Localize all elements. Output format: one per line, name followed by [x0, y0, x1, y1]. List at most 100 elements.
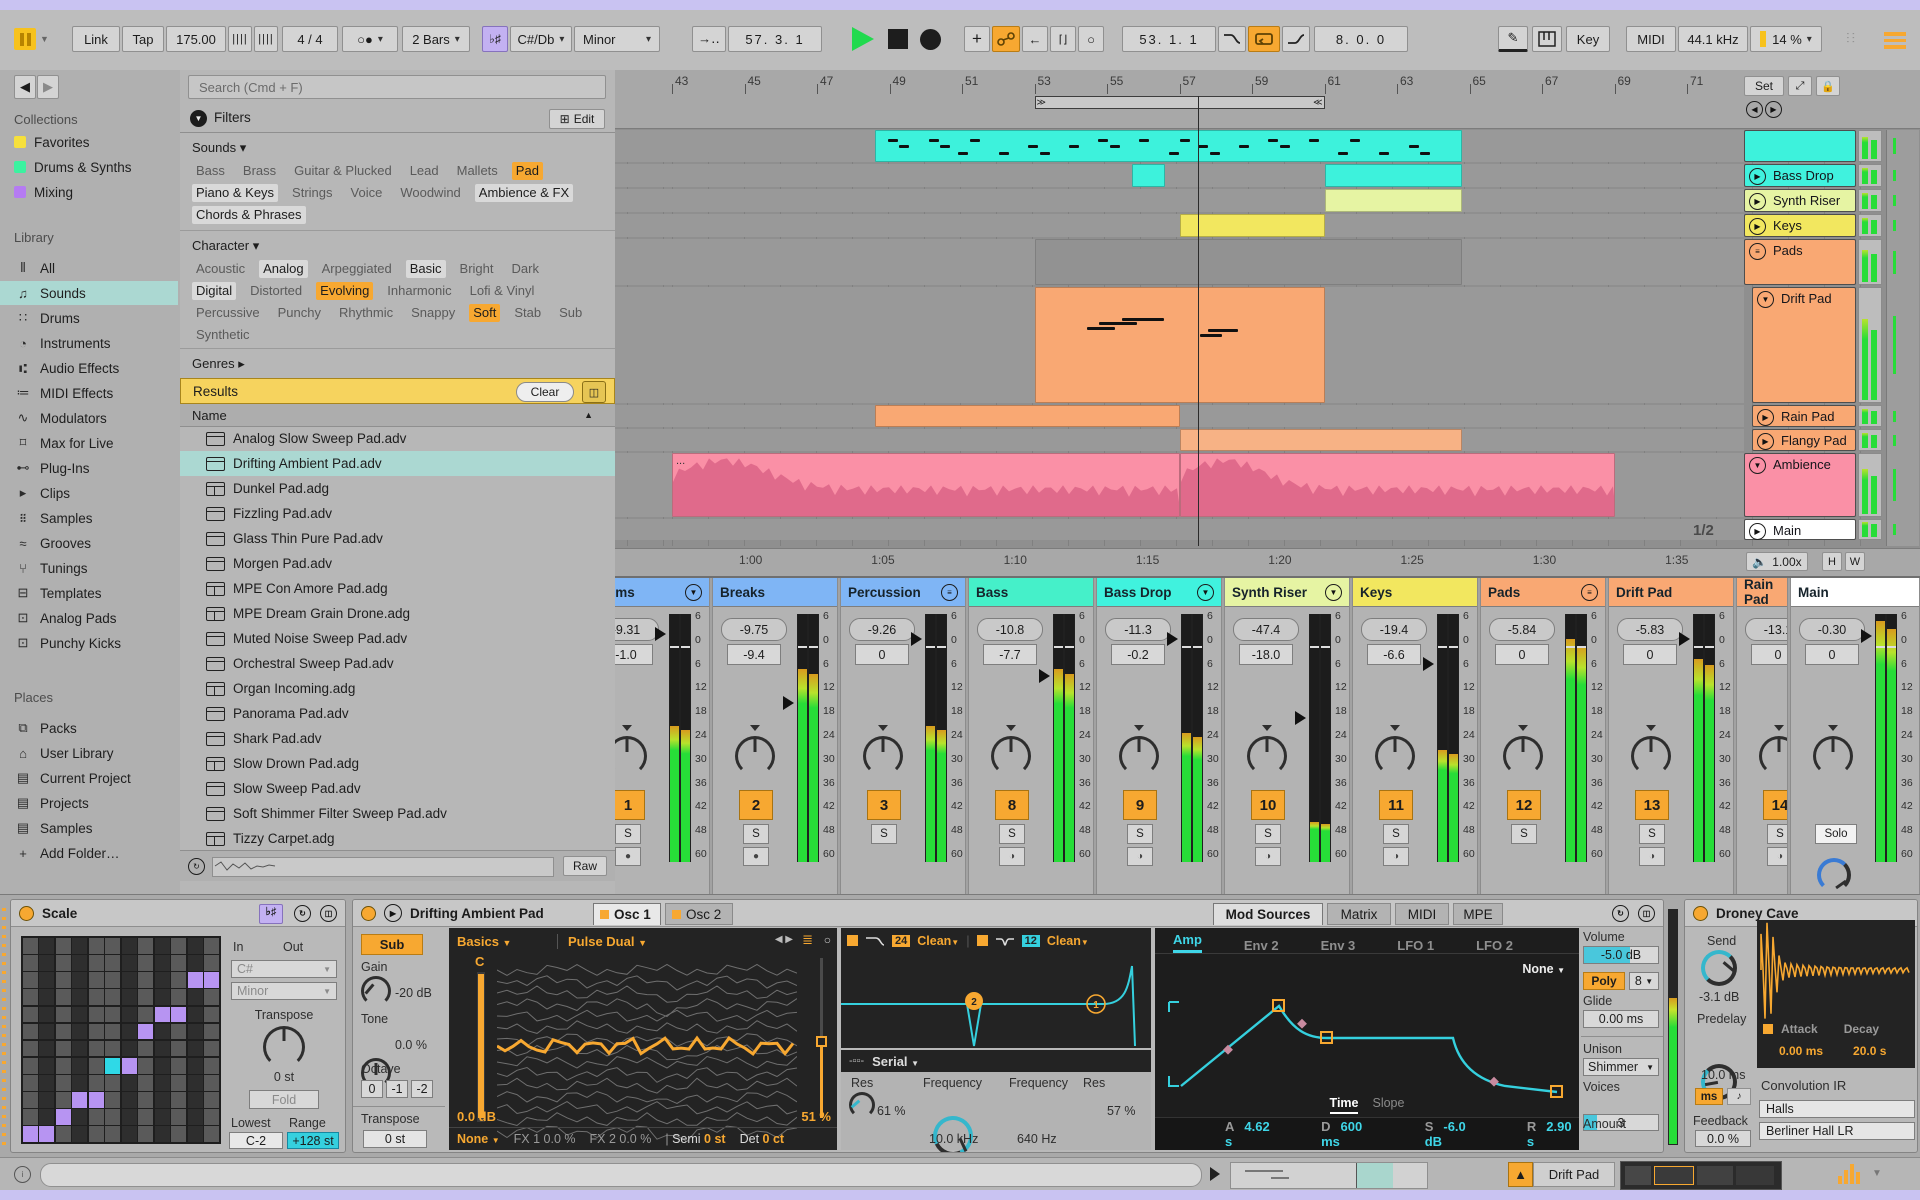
sidebar-item-all[interactable]: ⫴ All: [0, 256, 178, 280]
scale-grid-cell[interactable]: [187, 938, 203, 954]
scale-grid-cell[interactable]: [39, 1023, 55, 1040]
solo-button[interactable]: S: [1767, 824, 1787, 844]
track-header-ambience[interactable]: ▼ Ambience: [1744, 453, 1856, 517]
sidebar-item-audio-effects[interactable]: ⑆ Audio Effects: [0, 356, 178, 380]
scale-grid-cell[interactable]: [105, 955, 121, 971]
set-marker-button[interactable]: Set: [1744, 76, 1784, 96]
scale-grid-cell[interactable]: [121, 1006, 137, 1023]
sidebar-item-samples[interactable]: ▤ Samples: [0, 816, 178, 840]
res1-knob[interactable]: [849, 1092, 875, 1118]
scale-grid-cell[interactable]: [88, 1075, 104, 1091]
scale-grid-cell[interactable]: [23, 955, 38, 971]
pan-knob[interactable]: [1247, 725, 1287, 776]
track-lane[interactable]: [615, 405, 1744, 427]
sidebar-item-favorites[interactable]: Favorites: [0, 130, 178, 154]
fold-icon[interactable]: ▼: [1197, 583, 1214, 601]
scale-grid-cell[interactable]: [72, 1126, 88, 1142]
scale-grid-cell[interactable]: [138, 938, 154, 954]
list-item[interactable]: Morgen Pad.adv: [180, 551, 615, 576]
scale-grid-cell[interactable]: [204, 989, 219, 1005]
mod-subtab-lfo-2[interactable]: LFO 2: [1476, 938, 1513, 953]
fold-icon[interactable]: ▼: [1757, 291, 1774, 308]
meter-chevron-icon[interactable]: ▼: [1872, 1168, 1882, 1179]
lock-envelopes-icon[interactable]: 🔒: [1816, 76, 1840, 96]
scale-grid-cell[interactable]: [105, 1126, 121, 1142]
scale-grid-cell[interactable]: [55, 1006, 71, 1023]
filter2-on-toggle[interactable]: [976, 935, 988, 946]
track-header-hidden[interactable]: [1744, 130, 1856, 162]
scale-grid-cell[interactable]: [171, 989, 187, 1005]
res2-value[interactable]: 57 %: [1107, 1104, 1136, 1118]
sort-ascending-icon[interactable]: ▲: [584, 410, 593, 420]
character-tag-dark[interactable]: Dark: [508, 260, 543, 278]
reenable-automation-button[interactable]: ←: [1022, 26, 1048, 52]
track-activator-number[interactable]: 13: [1635, 790, 1669, 820]
scale-grid-cell[interactable]: [187, 1126, 203, 1142]
peak-level-display[interactable]: -13.1: [1745, 618, 1787, 641]
scale-grid-cell[interactable]: [72, 1092, 88, 1108]
tempo-follower-chevron-icon[interactable]: ▼: [40, 34, 49, 44]
mod-subtab-env-2[interactable]: Env 2: [1244, 938, 1279, 953]
arrangement-position-field[interactable]: 57. 3. 1: [728, 26, 822, 52]
mixer-track-title[interactable]: Percussion ≡: [841, 578, 965, 607]
osc-semi-value[interactable]: | Semi 0 st: [665, 1132, 725, 1146]
sidebar-item-instruments[interactable]: ◔ Instruments: [0, 331, 178, 355]
sound-tag-woodwind[interactable]: Woodwind: [396, 184, 464, 202]
env-param-r[interactable]: R 2.90 s: [1527, 1119, 1579, 1149]
scale-grid-cell[interactable]: [204, 1023, 219, 1040]
fold-icon[interactable]: ▼: [1749, 457, 1766, 474]
pan-knob[interactable]: [1375, 725, 1415, 776]
track-activator-number[interactable]: 11: [1379, 790, 1413, 820]
browser-back-button[interactable]: ◀: [14, 75, 36, 99]
key-root-menu[interactable]: C#/Db: [510, 26, 572, 52]
track-play-icon[interactable]: ▶: [1749, 218, 1766, 235]
osc-transpose-value[interactable]: 0 st: [363, 1130, 427, 1148]
sound-tag-brass[interactable]: Brass: [239, 162, 280, 180]
scale-grid-cell[interactable]: [187, 972, 203, 988]
scale-root-select[interactable]: C#: [231, 960, 337, 978]
track-activator-number[interactable]: 3: [867, 790, 901, 820]
sound-tag-bass[interactable]: Bass: [192, 162, 229, 180]
loop-button[interactable]: [1248, 26, 1280, 52]
solo-button[interactable]: Solo: [1815, 824, 1857, 844]
follow-button[interactable]: →‥: [692, 26, 726, 52]
scale-grid-cell[interactable]: [39, 989, 55, 1005]
fold-icon[interactable]: ▼: [1325, 583, 1342, 601]
gain-value-box[interactable]: 0: [1623, 644, 1677, 665]
scale-grid-cell[interactable]: [121, 955, 137, 971]
solo-button[interactable]: S: [1639, 824, 1665, 844]
track-activator-number[interactable]: 14: [1763, 790, 1787, 820]
scale-name-select[interactable]: Minor: [231, 982, 337, 1000]
list-item[interactable]: Fizzling Pad.adv: [180, 501, 615, 526]
peak-level-display[interactable]: -10.8: [977, 618, 1043, 641]
genres-filter-label[interactable]: Genres ▸: [192, 356, 245, 372]
sidebar-item-projects[interactable]: ▤ Projects: [0, 791, 178, 815]
scale-hotswap-icon[interactable]: ↻: [294, 905, 311, 922]
scale-grid-cell[interactable]: [171, 972, 187, 988]
monitor-button[interactable]: ◑: [1639, 847, 1665, 866]
scale-pattern-grid[interactable]: [21, 936, 221, 1144]
character-tag-soft[interactable]: Soft: [469, 304, 501, 322]
peak-level-display[interactable]: -47.4: [1233, 618, 1299, 641]
sidebar-item-clips[interactable]: ▸ Clips: [0, 481, 178, 505]
ir-file-select[interactable]: Berliner Hall LR: [1759, 1122, 1915, 1140]
track-header-rain-pad[interactable]: ▶ Rain Pad: [1752, 405, 1856, 427]
loop-start-field[interactable]: 53. 1. 1: [1122, 26, 1216, 52]
scale-grid-cell[interactable]: [23, 1075, 38, 1091]
key-scale-menu[interactable]: Minor: [574, 26, 660, 52]
mixer-track-title[interactable]: Bass Drop ▼: [1097, 578, 1221, 607]
scale-grid-cell[interactable]: [138, 955, 154, 971]
env-param-s[interactable]: S -6.0 dB: [1425, 1119, 1483, 1149]
scale-grid-cell[interactable]: [121, 1109, 137, 1125]
height-zoom-button[interactable]: H: [1822, 552, 1842, 571]
wavetable-hotswap-icon[interactable]: ↻: [1612, 905, 1629, 922]
solo-button[interactable]: S: [1255, 824, 1281, 844]
solo-button[interactable]: S: [1383, 824, 1409, 844]
list-item[interactable]: Drifting Ambient Pad.adv: [180, 451, 615, 476]
clip[interactable]: [1034, 239, 1463, 285]
list-item[interactable]: MPE Con Amore Pad.adg: [180, 576, 615, 601]
loop-brace[interactable]: ≫ ≪: [1034, 96, 1325, 109]
filter1-type-lowpass-icon[interactable]: [865, 935, 885, 947]
scale-grid-cell[interactable]: [72, 1023, 88, 1040]
scale-grid-cell[interactable]: [204, 972, 219, 988]
